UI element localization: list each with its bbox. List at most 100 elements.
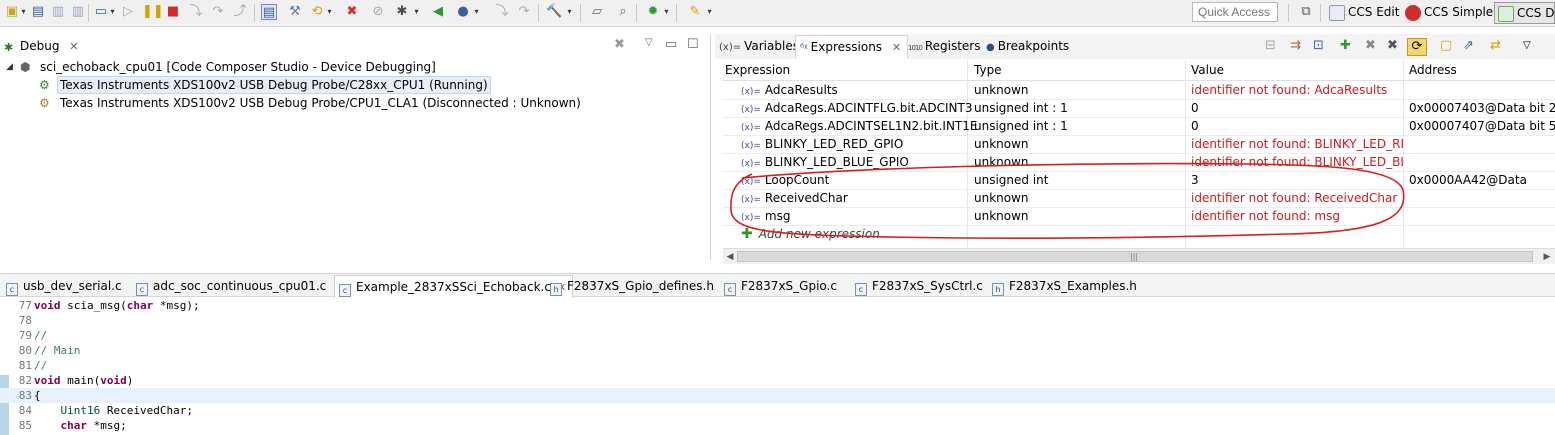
tab-example-echoback[interactable]: cExample_2837xSSci_Echoback.c✕: [334, 275, 574, 298]
scroll-left-icon[interactable]: ◀: [723, 250, 737, 264]
table-row[interactable]: (x)= ReceivedChar unknown identifier not fo…: [723, 190, 1555, 208]
assembly-step-over-icon[interactable]: ↷: [516, 4, 532, 20]
horizontal-scrollbar[interactable]: ◀ ||| ▶: [723, 248, 1555, 264]
close-icon[interactable]: ✕: [892, 41, 901, 54]
expression-type[interactable]: unknown: [974, 190, 1184, 207]
quick-access-input[interactable]: [1192, 2, 1278, 22]
expression-value[interactable]: identifier not found: ReceivedChar: [1191, 190, 1403, 207]
expression-address[interactable]: 0x00007403@Data bit 2: [1409, 100, 1555, 117]
table-row[interactable]: (x)= AdcaRegs.ADCINTSEL1N2.bit.INT1E unsig…: [723, 118, 1555, 136]
code-line[interactable]: 82 void main(void): [0, 373, 1555, 388]
external-dropdown-icon[interactable]: ▾: [473, 5, 480, 19]
expression-value[interactable]: 0: [1191, 100, 1403, 117]
run-icon[interactable]: ◀: [430, 4, 446, 20]
add-new-expression[interactable]: ✚ Add new expression: [741, 226, 981, 243]
code-line[interactable]: 85 char *msg;: [0, 418, 1555, 433]
tree-item-cla1[interactable]: ⚙ Texas Instruments XDS100v2 USB Debug P…: [0, 94, 711, 112]
remove-all-icon[interactable]: ✖: [1387, 38, 1398, 54]
scrollbar-thumb[interactable]: |||: [737, 251, 1533, 262]
tab-debug[interactable]: ✱ Debug ✕: [0, 36, 85, 58]
build-dropdown-icon[interactable]: ▾: [566, 5, 573, 19]
remove-breakpoint-icon[interactable]: ✖: [344, 4, 360, 20]
tab-variables[interactable]: (x)= Variables: [719, 38, 799, 58]
minimize-icon[interactable]: ▭: [665, 37, 677, 52]
debug-bug-icon[interactable]: ✹: [645, 4, 661, 20]
view-menu-icon[interactable]: ▽: [1523, 38, 1531, 54]
expression-type[interactable]: unsigned int : 1: [974, 118, 1184, 135]
expression-value[interactable]: identifier not found: AdcaResults: [1191, 82, 1403, 99]
expression-type[interactable]: unknown: [974, 82, 1184, 99]
perspective-ccs-debug[interactable]: CCS De: [1494, 2, 1555, 24]
restart-dropdown-icon[interactable]: ▾: [326, 5, 333, 19]
expression-value[interactable]: identifier not found: BLINKY_LED_RED...: [1191, 136, 1403, 153]
code-line[interactable]: 79//: [0, 328, 1555, 343]
add-expression-icon[interactable]: ✚: [1340, 38, 1351, 54]
code-line[interactable]: 83{: [0, 388, 1555, 403]
load-program-icon[interactable]: ✱: [394, 4, 410, 20]
expression-name[interactable]: (x)= msg: [741, 208, 981, 227]
expression-name[interactable]: (x)= BLINKY_LED_BLUE_GPIO: [741, 154, 981, 173]
expression-type[interactable]: unknown: [974, 136, 1184, 153]
maximize-icon[interactable]: ☐: [687, 37, 699, 52]
collapse-all-icon[interactable]: ⊟: [1265, 38, 1276, 54]
remove-expression-icon[interactable]: ✖: [1365, 38, 1376, 54]
tab-sysctrl[interactable]: c F2837xS_SysCtrl.c: [855, 277, 983, 297]
expression-name[interactable]: (x)= ReceivedChar: [741, 190, 981, 209]
bug-dropdown-icon[interactable]: ▾: [663, 5, 670, 19]
expression-value[interactable]: identifier not found: msg: [1191, 208, 1403, 225]
save-icon[interactable]: ▤: [30, 4, 46, 20]
code-line[interactable]: 81//: [0, 358, 1555, 373]
code-editor[interactable]: 77 void scia_msg(char *msg); 78 79//80// Ma…: [0, 298, 1555, 435]
assembly-step-into-icon[interactable]: ⤵: [494, 4, 510, 20]
expression-address[interactable]: 0x00007407@Data bit 5: [1409, 118, 1555, 135]
tab-examples-h[interactable]: h F2837xS_Examples.h: [992, 277, 1137, 297]
new-file-icon[interactable]: ▣: [4, 4, 20, 20]
skip-breakpoints-icon[interactable]: ⊘: [370, 4, 386, 20]
continuous-refresh-icon[interactable]: ⟳: [1407, 38, 1427, 56]
expression-value[interactable]: 3: [1191, 172, 1403, 189]
expression-type[interactable]: unknown: [974, 154, 1184, 171]
new-dropdown-icon[interactable]: ▾: [20, 5, 27, 19]
table-row[interactable]: (x)= msg unknown identifier not found: msg: [723, 208, 1555, 226]
column-header-address[interactable]: Address: [1409, 63, 1457, 77]
tab-gpio-defines[interactable]: h F2837xS_Gpio_defines.h: [550, 277, 714, 297]
open-console-icon[interactable]: ▱: [589, 4, 605, 20]
pin-dropdown-icon[interactable]: ▾: [706, 5, 713, 19]
tab-usb-dev-serial[interactable]: c usb_dev_serial.c: [6, 277, 122, 297]
expression-name[interactable]: (x)= AdcaResults: [741, 82, 981, 101]
expression-value[interactable]: 0: [1191, 118, 1403, 135]
column-header-expression[interactable]: Expression: [725, 63, 790, 77]
step-into-icon[interactable]: ⤵: [188, 4, 204, 20]
search-icon[interactable]: ⌕: [615, 4, 631, 20]
table-row[interactable]: (x)= BLINKY_LED_BLUE_GPIO unknown identifie…: [723, 154, 1555, 172]
expression-type[interactable]: unsigned int : 1: [974, 100, 1184, 117]
debug-config-icon[interactable]: ▭: [93, 4, 109, 20]
scroll-right-icon[interactable]: ▶: [1540, 250, 1554, 264]
restart-icon[interactable]: ⟲: [309, 4, 325, 20]
expression-address[interactable]: 0x0000AA42@Data: [1409, 172, 1555, 189]
tab-adc-soc-continuous[interactable]: c adc_soc_continuous_cpu01.c: [136, 277, 326, 297]
table-row[interactable]: (x)= AdcaResults unknown identifier not fou…: [723, 82, 1555, 100]
expression-type[interactable]: unknown: [974, 208, 1184, 225]
cpu-reset-icon[interactable]: ⚒: [287, 4, 303, 20]
open-perspective-icon[interactable]: ⧉: [1298, 4, 1314, 20]
column-header-type[interactable]: Type: [974, 63, 1002, 77]
save-all-icon[interactable]: ▥: [50, 4, 66, 20]
view-menu-icon[interactable]: ▽: [645, 37, 653, 48]
table-row[interactable]: (x)= LoopCount unsigned int 3 0x0000AA42@Dat…: [723, 172, 1555, 190]
expression-type[interactable]: unsigned int: [974, 172, 1184, 189]
tab-registers[interactable]: 1010 Registers: [908, 38, 981, 58]
code-line[interactable]: 78: [0, 313, 1555, 328]
load-dropdown-icon[interactable]: ▾: [413, 5, 420, 19]
debug-dropdown-icon[interactable]: ▾: [109, 5, 116, 19]
close-icon[interactable]: ✕: [69, 40, 78, 53]
tab-expressions[interactable]: ⁶ᵡ Expressions ✕: [795, 35, 909, 59]
terminate-icon[interactable]: ■: [165, 4, 181, 20]
add-new-expression-row[interactable]: ✚ Add new expression: [723, 226, 1555, 244]
table-row[interactable]: (x)= AdcaRegs.ADCINTFLG.bit.ADCINT3 unsign…: [723, 100, 1555, 118]
expression-name[interactable]: (x)= LoopCount: [741, 172, 981, 191]
new-view-icon[interactable]: ▢: [1440, 38, 1452, 54]
save-as-icon[interactable]: ▥: [70, 4, 86, 20]
expression-name[interactable]: (x)= BLINKY_LED_RED_GPIO: [741, 136, 981, 155]
expression-name[interactable]: (x)= AdcaRegs.ADCINTFLG.bit.ADCINT3: [741, 100, 981, 119]
